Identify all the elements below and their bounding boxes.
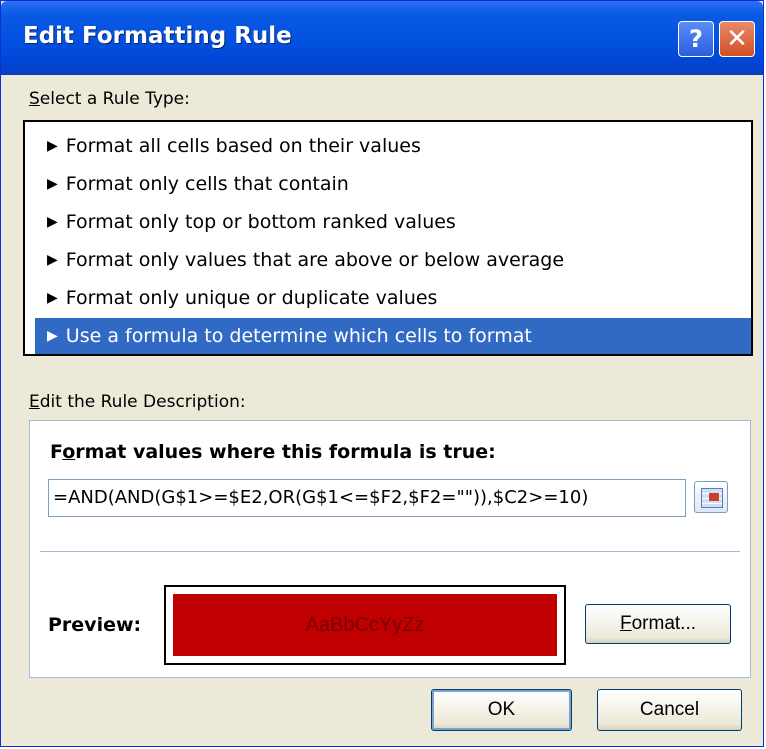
rule-description-label: Edit the Rule Description: [29, 392, 246, 412]
triangle-right-icon: ▶ [47, 290, 58, 306]
rule-description-panel: Format values where this formula is true… [29, 420, 751, 678]
rule-type-item[interactable]: ▶ Format only cells that contain [35, 166, 751, 202]
close-button[interactable]: ✕ [719, 21, 755, 57]
close-icon: ✕ [726, 24, 748, 54]
rule-type-item[interactable]: ▶ Format only values that are above or b… [35, 242, 751, 278]
preview-frame: AaBbCcYyZz [164, 585, 566, 665]
dialog-title: Edit Formatting Rule [23, 23, 292, 49]
preview-label: Preview: [48, 614, 142, 636]
edit-formatting-rule-dialog: Edit Formatting Rule ? ✕ Select a Rule T… [0, 0, 764, 747]
format-button[interactable]: Format... [585, 604, 731, 644]
rule-type-label-text: Use a formula to determine which cells t… [65, 325, 532, 347]
rule-type-label: Select a Rule Type: [29, 89, 190, 109]
rule-type-label-text: Format all cells based on their values [65, 135, 421, 157]
preview-swatch: AaBbCcYyZz [173, 594, 557, 656]
rule-type-list[interactable]: ▶ Format all cells based on their values… [23, 120, 753, 356]
triangle-right-icon: ▶ [47, 138, 58, 154]
rule-type-item[interactable]: ▶ Format all cells based on their values [35, 128, 751, 164]
divider [40, 551, 740, 552]
rule-type-label-text: Format only values that are above or bel… [65, 249, 565, 271]
collapse-dialog-button[interactable] [694, 481, 728, 513]
triangle-right-icon: ▶ [47, 176, 58, 192]
rule-type-label-text: Format only unique or duplicate values [65, 287, 438, 309]
triangle-right-icon: ▶ [47, 252, 58, 268]
formula-heading: Format values where this formula is true… [50, 441, 496, 463]
triangle-right-icon: ▶ [47, 328, 58, 344]
range-select-icon-marker [709, 493, 719, 501]
rule-type-item[interactable]: ▶ Format only unique or duplicate values [35, 280, 751, 316]
formula-input[interactable]: =AND(AND(G$1>=$E2,OR(G$1<=$F2,$F2="")),$… [48, 479, 686, 517]
help-button[interactable]: ? [678, 21, 714, 57]
triangle-right-icon: ▶ [47, 214, 58, 230]
rule-type-item-selected[interactable]: ▶ Use a formula to determine which cells… [35, 318, 751, 354]
help-icon: ? [689, 25, 703, 53]
ok-button[interactable]: OK [431, 689, 572, 731]
rule-type-label-text: Format only cells that contain [65, 173, 349, 195]
rule-type-label-text: Format only top or bottom ranked values [65, 211, 456, 233]
rule-type-item[interactable]: ▶ Format only top or bottom ranked value… [35, 204, 751, 240]
cancel-button[interactable]: Cancel [597, 689, 742, 731]
title-bar[interactable]: Edit Formatting Rule ? ✕ [1, 1, 763, 75]
